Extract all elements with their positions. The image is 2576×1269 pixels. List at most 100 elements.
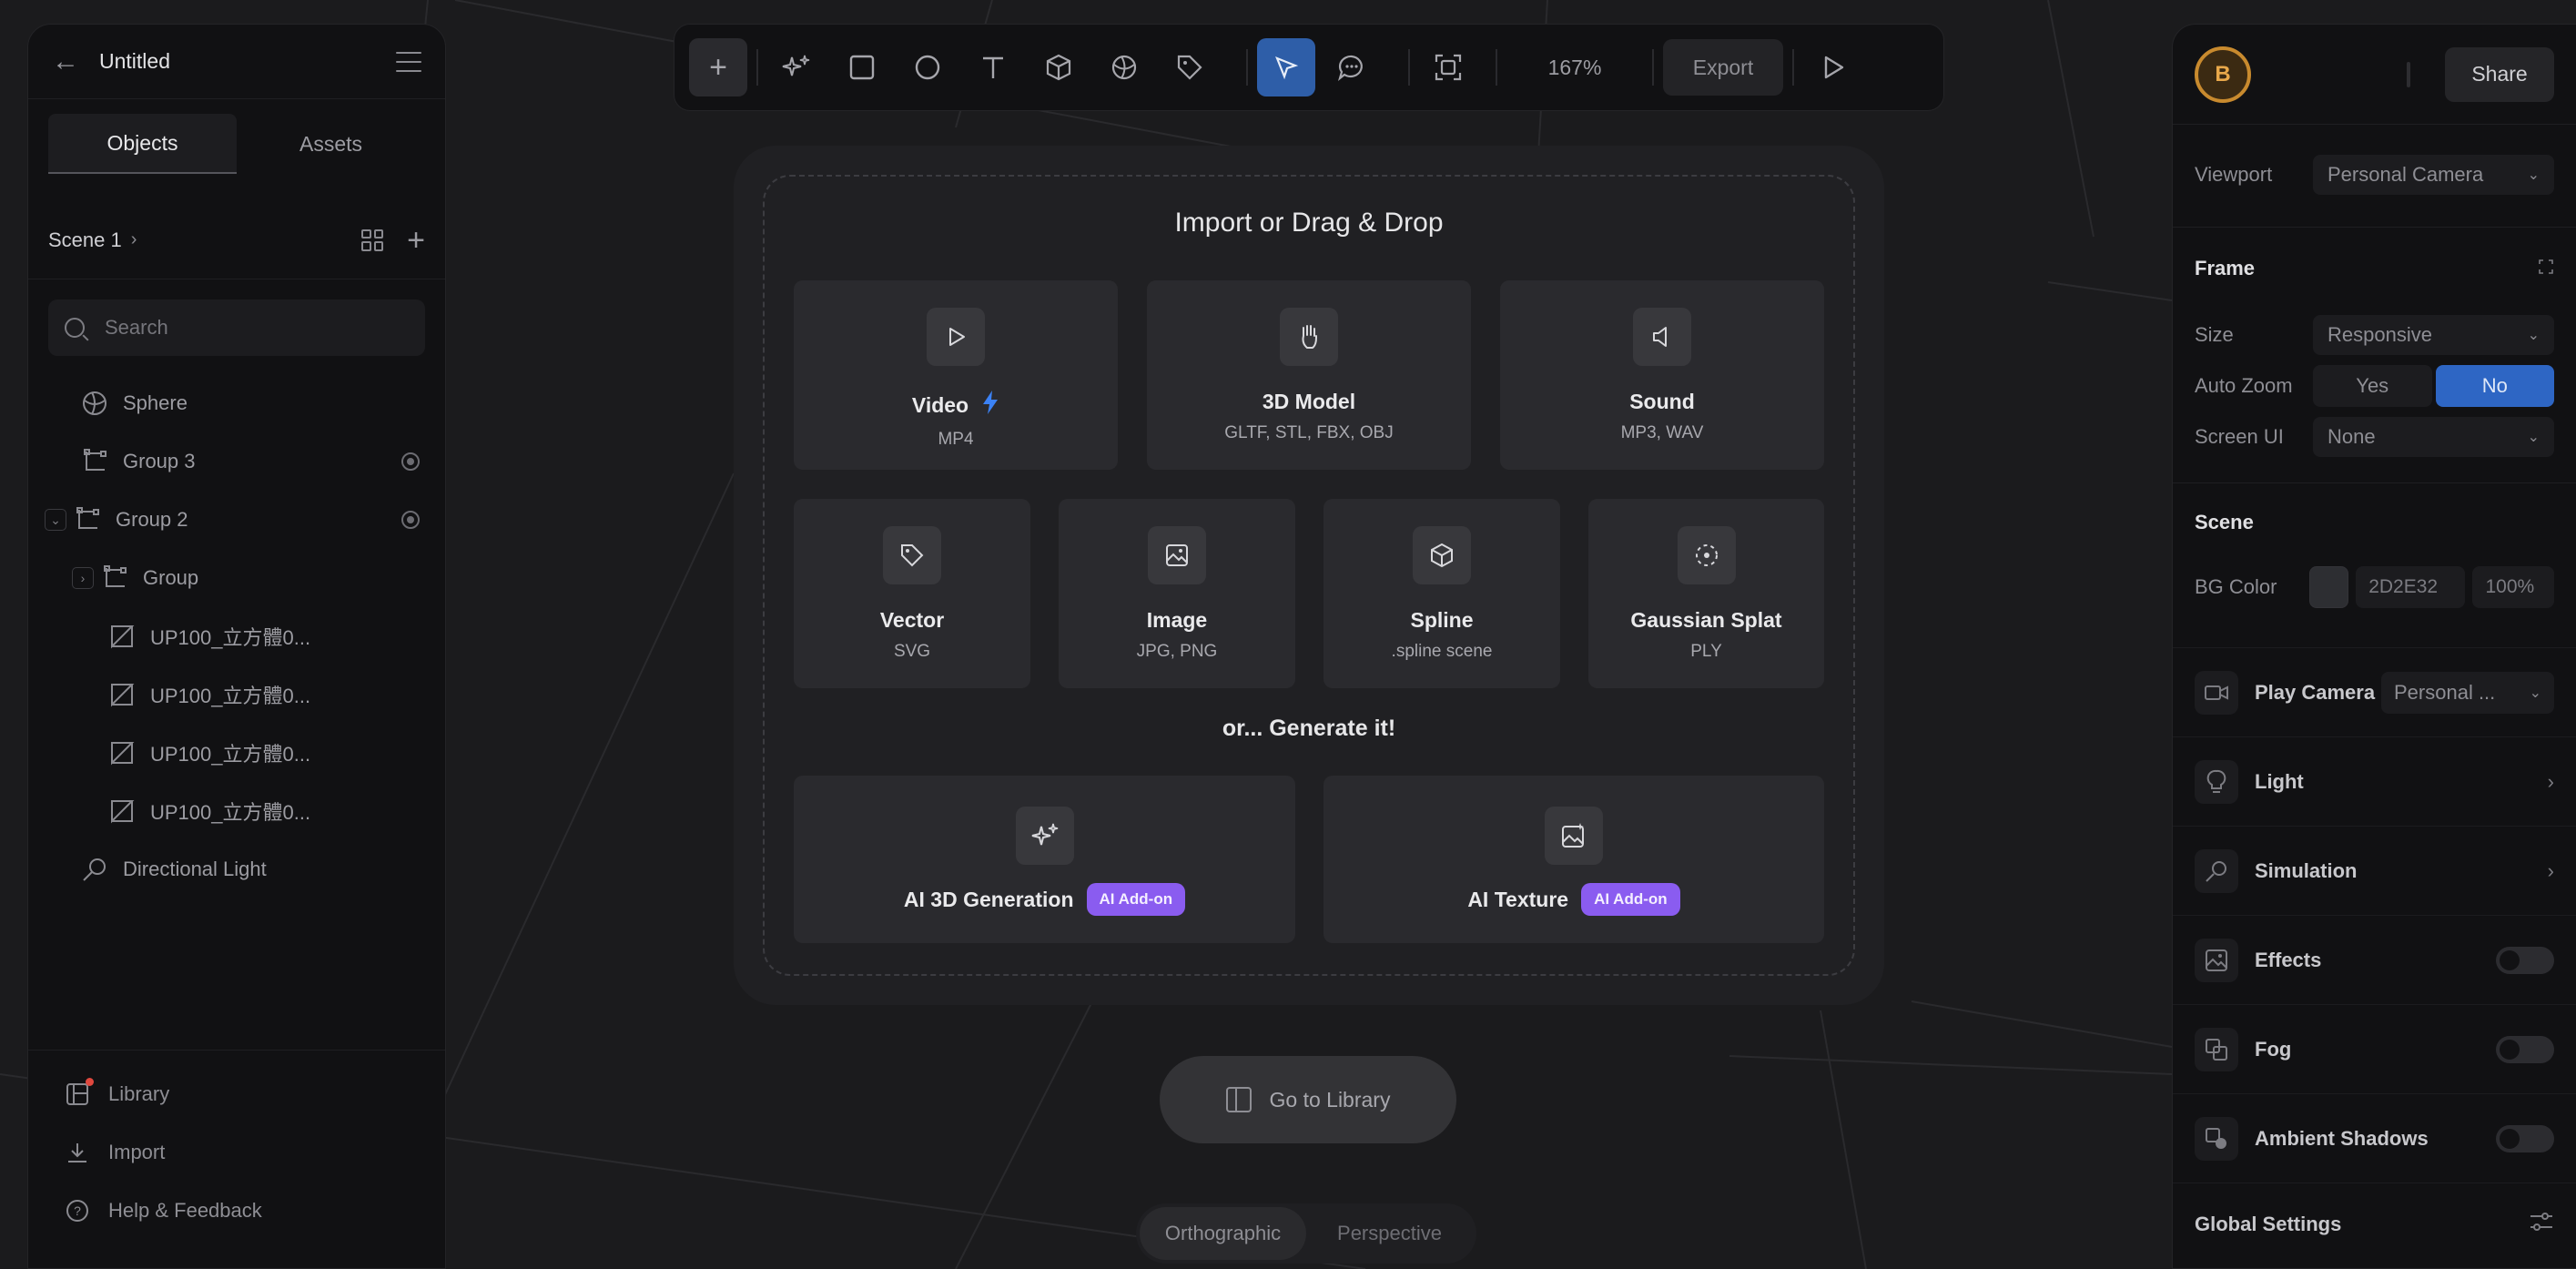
card-subtitle: JPG, PNG	[1136, 642, 1218, 661]
text-tool-icon[interactable]	[964, 38, 1022, 96]
chevron-down-icon: ⌄	[2527, 430, 2540, 445]
light-row[interactable]: Light ›	[2173, 736, 2576, 826]
rectangle-tool-icon[interactable]	[833, 38, 891, 96]
chevron-right-icon[interactable]: ›	[72, 567, 94, 589]
tree-item-sphere[interactable]: Sphere	[28, 374, 445, 432]
chevron-right-icon: ›	[2547, 769, 2554, 793]
bgcolor-hex-input[interactable]: 2D2E32	[2356, 566, 2466, 608]
library-icon	[1225, 1087, 1252, 1112]
effects-toggle[interactable]	[2496, 946, 2554, 974]
ellipse-tool-icon[interactable]	[898, 38, 957, 96]
export-button[interactable]: Export	[1663, 39, 1783, 96]
viewport-select[interactable]: Personal Camera ⌄	[2313, 155, 2554, 195]
fog-toggle[interactable]	[2496, 1035, 2554, 1063]
screenui-label: Screen UI	[2195, 425, 2284, 448]
speaker-icon	[1633, 308, 1691, 366]
share-button[interactable]: Share	[2445, 46, 2554, 102]
go-to-library-button[interactable]: Go to Library	[1160, 1056, 1456, 1143]
simulation-row[interactable]: Simulation ›	[2173, 826, 2576, 915]
perspective-option[interactable]: Perspective	[1306, 1207, 1473, 1260]
play-icon	[927, 308, 985, 366]
expand-icon[interactable]	[2538, 259, 2554, 279]
size-row: Size Responsive ⌄	[2173, 310, 2576, 360]
select-tool-icon[interactable]	[1257, 38, 1315, 96]
left-panel: ← Untitled Objects Assets Scene 1 › + Sp…	[27, 24, 446, 1269]
frame-title: Frame	[2195, 257, 2256, 279]
add-object-button[interactable]: +	[689, 38, 747, 96]
visibility-icon[interactable]	[401, 511, 420, 529]
comment-tool-icon[interactable]	[1323, 38, 1381, 96]
orthographic-option[interactable]: Orthographic	[1140, 1207, 1306, 1260]
search-input[interactable]	[105, 316, 378, 340]
autozoom-label: Auto Zoom	[2195, 374, 2293, 397]
tree-item-shape[interactable]: UP100_立方體0...	[28, 607, 445, 665]
ai-sparkle-icon[interactable]	[767, 38, 826, 96]
sliders-icon[interactable]	[2529, 1211, 2554, 1237]
play-camera-select[interactable]: Personal ... ⌄	[2381, 671, 2554, 714]
tree-item-label: Sphere	[123, 391, 188, 414]
tab-assets[interactable]: Assets	[237, 114, 425, 174]
ambient-shadows-toggle[interactable]	[2496, 1124, 2554, 1152]
tree-item-group3[interactable]: Group 3	[28, 432, 445, 491]
tree-item-shape[interactable]: UP100_立方體0...	[28, 724, 445, 782]
ai-3d-generation-card[interactable]: AI 3D Generation AI Add-on	[794, 776, 1295, 943]
size-label: Size	[2195, 323, 2234, 346]
bgcolor-swatch[interactable]	[2308, 566, 2349, 608]
menu-icon[interactable]	[396, 51, 421, 72]
import-video-card[interactable]: Video MP4	[794, 280, 1118, 470]
group-icon	[99, 563, 130, 594]
zoom-level[interactable]: 167%	[1506, 56, 1643, 80]
screenui-select[interactable]: None ⌄	[2313, 417, 2554, 457]
avatar[interactable]: B	[2195, 46, 2251, 103]
global-settings-label: Global Settings	[2195, 1212, 2342, 1235]
tree-item-group2[interactable]: ⌄ Group 2	[28, 491, 445, 549]
simulation-label: Simulation	[2255, 858, 2358, 882]
bgcolor-opacity-input[interactable]: 100%	[2472, 566, 2554, 608]
search-box[interactable]	[48, 299, 425, 356]
ai-addon-badge: AI Add-on	[1086, 883, 1186, 916]
chevron-down-icon[interactable]: ⌄	[45, 509, 66, 531]
tree-item-shape[interactable]: UP100_立方體0...	[28, 665, 445, 724]
import-spline-card[interactable]: Spline .spline scene	[1323, 499, 1560, 688]
card-title: Vector	[879, 608, 945, 632]
project-title[interactable]: Untitled	[99, 49, 396, 74]
card-subtitle: SVG	[893, 642, 931, 661]
back-arrow-icon[interactable]: ←	[52, 46, 79, 77]
import-image-card[interactable]: Image JPG, PNG	[1059, 499, 1295, 688]
library-label: Library	[108, 1082, 170, 1105]
tree-item-label: Group 3	[123, 450, 196, 472]
help-link[interactable]: ? Help & Feedback	[28, 1182, 445, 1240]
play-camera-row: Play Camera Personal ... ⌄	[2173, 647, 2576, 736]
ai-texture-card[interactable]: AI Texture AI Add-on	[1323, 776, 1824, 943]
import-title: Import or Drag & Drop	[1174, 208, 1444, 238]
import-gaussian-splat-card[interactable]: Gaussian Splat PLY	[1588, 499, 1824, 688]
ambient-shadows-row: Ambient Shadows	[2173, 1093, 2576, 1183]
group-icon	[72, 504, 103, 535]
tree-item-directional-light[interactable]: Directional Light	[28, 840, 445, 898]
import-vector-card[interactable]: Vector SVG	[794, 499, 1030, 688]
library-link[interactable]: Library	[28, 1065, 445, 1123]
tree-item-group[interactable]: › Group	[28, 549, 445, 607]
tag-tool-icon[interactable]	[1161, 38, 1219, 96]
play-icon[interactable]	[1803, 38, 1861, 96]
autozoom-no[interactable]: No	[2435, 365, 2554, 407]
grid-view-icon[interactable]	[361, 228, 384, 251]
import-sound-card[interactable]: Sound MP3, WAV	[1500, 280, 1824, 470]
global-settings-row[interactable]: Global Settings	[2173, 1183, 2576, 1264]
size-select[interactable]: Responsive ⌄	[2313, 315, 2554, 355]
effects-label: Effects	[2255, 948, 2322, 971]
tag-icon	[883, 526, 941, 584]
cube-tool-icon[interactable]	[1029, 38, 1088, 96]
fog-label: Fog	[2255, 1037, 2292, 1061]
scene-selector[interactable]: Scene 1 › +	[28, 201, 445, 279]
tab-objects[interactable]: Objects	[48, 114, 237, 174]
autozoom-yes[interactable]: Yes	[2313, 365, 2432, 407]
tree-item-shape[interactable]: UP100_立方體0...	[28, 782, 445, 840]
frame-tool-icon[interactable]	[1419, 38, 1477, 96]
import-3d-model-card[interactable]: 3D Model GLTF, STL, FBX, OBJ	[1147, 280, 1471, 470]
import-link[interactable]: Import	[28, 1123, 445, 1182]
sphere-tool-icon[interactable]	[1095, 38, 1153, 96]
visibility-icon[interactable]	[401, 452, 420, 471]
light-icon	[79, 854, 110, 885]
add-scene-icon[interactable]: +	[407, 225, 425, 256]
